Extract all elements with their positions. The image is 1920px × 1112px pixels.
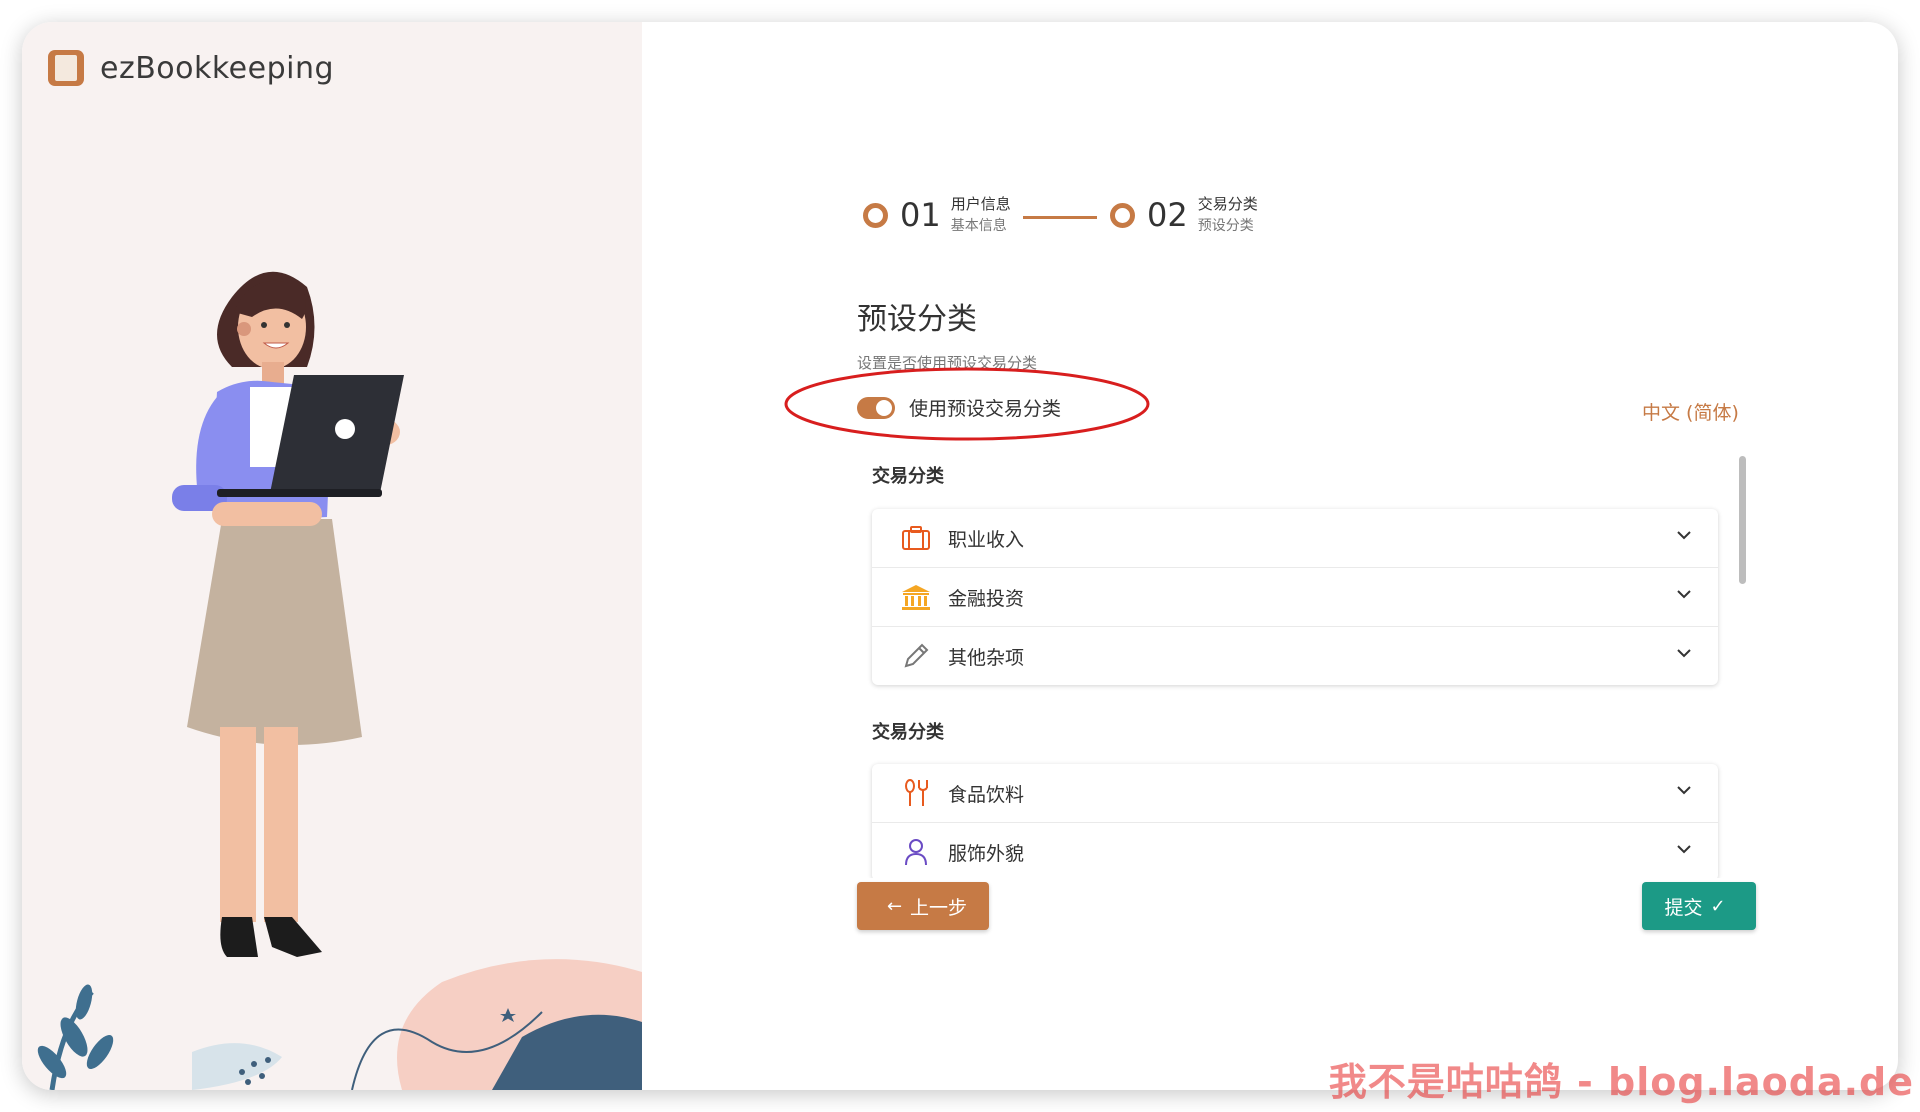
- app-window: ezBookkeeping 01 用户信息 基本信息 02 交易分类 预设分类 …: [22, 22, 1898, 1090]
- category-item[interactable]: 服饰外貌: [872, 823, 1718, 878]
- chevron-down-icon[interactable]: [1676, 844, 1692, 854]
- category-name: 职业收入: [948, 528, 1025, 551]
- pencil-icon: [900, 640, 932, 672]
- step-1-subtitle: 基本信息: [950, 218, 1007, 234]
- woman-with-laptop-illustration: [172, 271, 404, 957]
- category-name: 食品饮料: [948, 783, 1025, 806]
- step-1-title: 用户信息: [950, 195, 1011, 213]
- step-2[interactable]: 02 交易分类 预设分类: [1110, 194, 1258, 236]
- step-1-dot: [863, 202, 888, 228]
- submit-label: 提交: [1664, 896, 1703, 919]
- arrow-left-icon: ←: [886, 895, 903, 917]
- chevron-down-icon[interactable]: [1676, 530, 1692, 540]
- previous-step-button[interactable]: ← 上一步: [857, 882, 989, 930]
- brand: ezBookkeeping: [48, 50, 334, 86]
- category-name: 其他杂项: [948, 646, 1025, 669]
- category-item[interactable]: 其他杂项: [872, 627, 1718, 685]
- chevron-down-icon[interactable]: [1676, 785, 1692, 795]
- section-title: 预设分类: [857, 302, 977, 337]
- previous-step-label: 上一步: [910, 896, 968, 919]
- category-name: 金融投资: [948, 587, 1025, 610]
- category-item[interactable]: 职业收入: [872, 509, 1718, 568]
- category-item[interactable]: 金融投资: [872, 568, 1718, 627]
- person-icon: [900, 836, 932, 868]
- step-2-dot: [1110, 202, 1135, 228]
- language-selector[interactable]: 中文 (简体): [1642, 398, 1739, 425]
- utensils-icon: [900, 777, 932, 809]
- category-group-title: 交易分类: [872, 466, 944, 487]
- setup-content: 01 用户信息 基本信息 02 交易分类 预设分类 预设分类 设置是否使用预设交…: [642, 22, 1898, 1090]
- left-panel: ezBookkeeping: [22, 22, 642, 1090]
- bank-icon: [900, 581, 932, 613]
- category-card: 食品饮料 服饰外貌: [872, 764, 1718, 878]
- category-name: 服饰外貌: [948, 842, 1025, 865]
- category-group-title: 交易分类: [872, 722, 944, 743]
- chevron-down-icon[interactable]: [1676, 589, 1692, 599]
- briefcase-icon: [900, 522, 932, 554]
- step-1-number: 01: [900, 196, 941, 234]
- category-list-scroll[interactable]: 交易分类 职业收入 金融投资 其他杂项 交易分类 食品饮料 服饰外貌: [867, 450, 1727, 878]
- step-2-title: 交易分类: [1197, 195, 1258, 213]
- red-annotation-circle: [784, 367, 1150, 441]
- step-connector: [1023, 216, 1097, 219]
- stepper: 01 用户信息 基本信息 02 交易分类 预设分类: [863, 194, 1263, 254]
- category-card: 职业收入 金融投资 其他杂项: [872, 509, 1718, 685]
- step-2-number: 02: [1147, 196, 1188, 234]
- step-1[interactable]: 01 用户信息 基本信息: [863, 194, 1011, 236]
- decorative-plants-illustration: [37, 959, 642, 1090]
- check-icon: ✓: [1710, 895, 1726, 917]
- category-item[interactable]: 食品饮料: [872, 764, 1718, 823]
- watermark-text: 我不是咕咕鸽 - blog.laoda.de: [1328, 1060, 1914, 1104]
- app-logo-icon: [48, 50, 84, 86]
- chevron-down-icon[interactable]: [1676, 648, 1692, 658]
- category-list-scrollbar[interactable]: [1739, 456, 1746, 584]
- step-2-subtitle: 预设分类: [1197, 218, 1254, 234]
- submit-button[interactable]: 提交 ✓: [1642, 882, 1756, 930]
- app-name: ezBookkeeping: [100, 50, 335, 86]
